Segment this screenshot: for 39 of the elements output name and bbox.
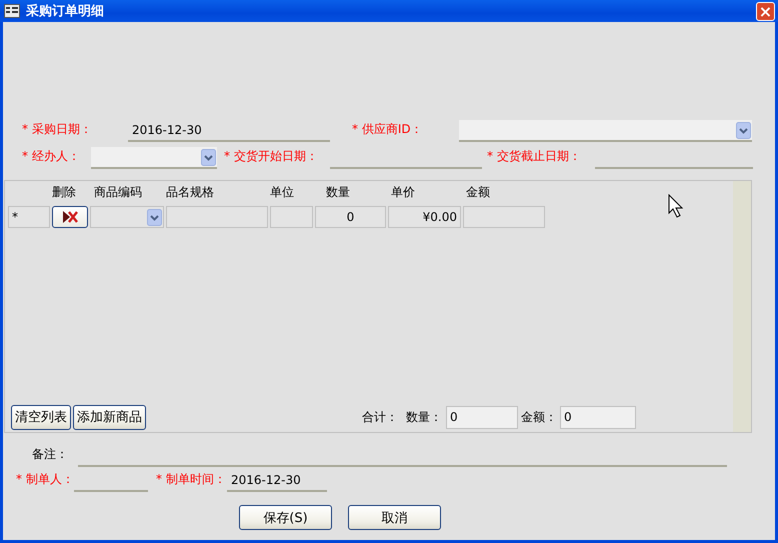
mouse-pointer-icon — [668, 194, 684, 218]
cancel-button[interactable]: 取消 — [348, 505, 441, 530]
column-header: 数量 — [325, 184, 351, 201]
form-icon — [4, 4, 20, 18]
column-header: 单价 — [390, 184, 416, 201]
delete-x-icon — [63, 210, 78, 224]
total-quantity-field[interactable]: 0 — [446, 406, 518, 428]
field-label: 备注： — [32, 446, 69, 463]
delete-button[interactable] — [52, 206, 88, 228]
column-header: 品名规格 — [166, 184, 215, 201]
close-button[interactable]: × — [756, 2, 775, 20]
field-label: * 采购日期： — [22, 121, 93, 138]
column-header: 金额 — [465, 184, 491, 201]
field-label: * 经办人： — [22, 148, 81, 165]
table-cell: 0 — [315, 206, 386, 228]
clear-list-button[interactable]: 清空列表 — [11, 404, 71, 430]
save-button[interactable]: 保存(S) — [239, 505, 332, 530]
field-label: * 制单时间： — [156, 471, 227, 488]
field-label: * 制单人： — [16, 471, 74, 488]
column-header: 删除 — [52, 184, 77, 201]
field-label: * 交货开始日期： — [224, 148, 319, 165]
quantity-label: 数量： — [406, 408, 443, 426]
dropdown-field[interactable] — [91, 147, 217, 169]
add-item-button[interactable]: 添加新商品 — [73, 404, 146, 430]
input-field[interactable]: 2016-12-30 — [227, 472, 327, 492]
window-title: 采购订单明细 — [26, 2, 105, 20]
column-header: 单位 — [270, 184, 295, 201]
column-header: 商品编码 — [93, 184, 143, 201]
amount-label: 金额： — [521, 408, 558, 426]
dropdown-field[interactable] — [90, 206, 164, 228]
total-amount-field[interactable]: 0 — [560, 406, 636, 428]
table-cell: ¥0.00 — [388, 206, 461, 228]
field-label: * 供应商ID： — [352, 121, 424, 138]
dropdown-field[interactable] — [459, 120, 752, 142]
field-label: * 交货截止日期： — [487, 148, 582, 165]
table-cell — [270, 206, 313, 228]
input-field[interactable]: 2016-12-30 — [128, 122, 330, 142]
row-marker-cell: * — [8, 206, 50, 228]
total-label: 合计： — [362, 408, 398, 426]
